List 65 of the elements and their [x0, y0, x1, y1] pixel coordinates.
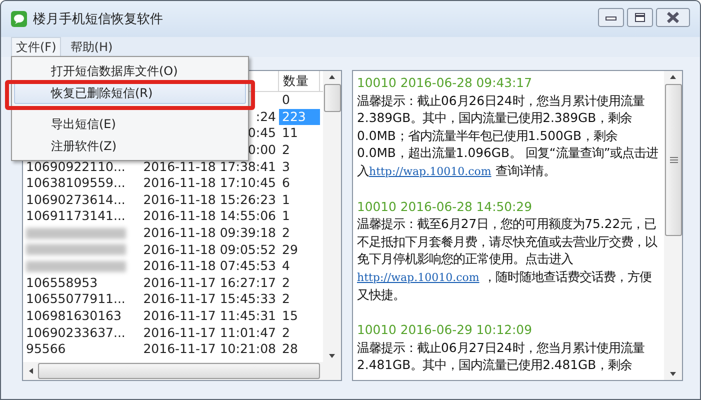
- close-button[interactable]: [656, 8, 690, 27]
- column-header[interactable]: 数量: [279, 71, 320, 91]
- link[interactable]: http://wap.10010.com: [369, 164, 492, 178]
- minimize-button[interactable]: [598, 8, 624, 27]
- table-cell-text: 2016-11-18 17:38:41: [142, 158, 277, 175]
- table-cell[interactable]: 29: [279, 242, 320, 258]
- vertical-scrollbar[interactable]: [323, 71, 341, 362]
- table-cell[interactable]: 3: [279, 158, 320, 175]
- table-cell-text: :24: [254, 108, 277, 125]
- table-cell[interactable]: 2: [279, 142, 320, 158]
- app-icon: [11, 11, 27, 27]
- table-cell[interactable]: 2: [279, 225, 320, 242]
- table-cell[interactable]: 2: [279, 274, 320, 291]
- table-cell[interactable]: 4: [279, 258, 320, 274]
- table-cell[interactable]: 2: [279, 291, 320, 308]
- table-cell[interactable]: 28: [279, 341, 320, 358]
- table-cell[interactable]: 6: [279, 175, 320, 192]
- table-cell-text: 2016-11-17 11:45:31: [142, 308, 277, 324]
- table-cell[interactable]: 1: [279, 192, 320, 208]
- table-cell-text: 2016-11-18 07:45:53: [142, 258, 277, 274]
- table-cell-text: 0:45: [246, 125, 277, 142]
- message-text: 温馨提示：截至6月27日，您的可用额度为75.22元，已不足抵扣下月套餐月费，请尽快充值或去营业厅交费，以免下月停机影响您的正常使用。点击进入 http://wap.10010.com ，随时随地查话费交话费，方便又快捷。: [357, 215, 658, 304]
- vertical-scrollbar[interactable]: [664, 71, 682, 380]
- table-cell-text: 2016-11-18 09:39:18: [142, 225, 277, 242]
- table-cell-text: 10690922110...: [25, 158, 126, 175]
- table-cell[interactable]: 15: [279, 308, 320, 324]
- table-cell-text: 2016-11-18 15:26:23: [142, 192, 277, 208]
- message-header: 10010 2016-06-28 14:50:29: [357, 198, 533, 215]
- maximize-button[interactable]: [627, 8, 653, 27]
- table-cell-text: 106558953: [25, 274, 99, 291]
- table-cell[interactable]: 2: [279, 324, 320, 341]
- table-cell[interactable]: 11: [279, 125, 320, 142]
- menu-item[interactable]: 文件(F): [11, 36, 62, 58]
- menu-option[interactable]: 导出短信(E): [14, 113, 246, 135]
- menu-item[interactable]: 帮助(H): [65, 36, 118, 58]
- menu-option[interactable]: 恢复已删除短信(R): [14, 82, 246, 104]
- scroll-thumb[interactable]: [665, 84, 682, 236]
- table-cell-text: 2016-11-18 17:10:45: [142, 175, 277, 192]
- message-header: 10010 2016-06-28 09:43:17: [357, 74, 533, 92]
- message-text: 温馨提示：截止06月26日24时，您当月累计使用流量2.389GB。其中，国内流量已使用2.389GB，剩余0.0MB；省内流量半年包已使用1.500GB，剩余0.0MB，超出流量1.096GB。 回复“流量查询”或点击进入http://wap.10010.com 查询详情。: [357, 92, 660, 180]
- table-cell-text: 10691173141...: [25, 208, 126, 224]
- table-cell-text: 2016-11-18 09:05:52: [142, 242, 277, 258]
- table-cell-text: 2016-11-17 11:01:47: [142, 324, 277, 341]
- menu-option[interactable]: 打开短信数据库文件(O): [14, 60, 246, 82]
- grip-icon: [670, 157, 678, 163]
- table-cell-text: 10638109559...: [25, 175, 126, 192]
- message-header: 10010 2016-06-29 10:12:09: [357, 321, 533, 338]
- table-cell-text: 106981630163: [25, 308, 122, 324]
- table-cell-text: 10690233637...: [25, 324, 126, 341]
- scroll-thumb[interactable]: [324, 84, 341, 112]
- horizontal-scrollbar[interactable]: [23, 362, 341, 380]
- table-cell-text: 10690273614...: [25, 192, 126, 208]
- table-cell[interactable]: 1: [279, 208, 320, 224]
- message-text: 温馨提示：截止06月27日24时，您当月累计使用流量2.481GB。其中，国内流量已使用2.481GB，剩余: [357, 338, 646, 374]
- table-cell-text: 2016-11-17 16:27:17: [142, 274, 277, 291]
- table-cell-text: 2016-11-17 10:21:08: [142, 341, 277, 358]
- table-cell-text: 0:00: [246, 142, 277, 158]
- table-cell-text: 2016-11-18 14:55:06: [142, 208, 277, 224]
- table-cell-text: 10655077911...: [25, 291, 126, 308]
- table-cell-text: 95566: [25, 341, 67, 358]
- window-title: 楼月手机短信恢复软件: [33, 11, 163, 28]
- link[interactable]: http://wap.10010.com: [357, 270, 480, 284]
- table-cell[interactable]: 0: [279, 92, 320, 108]
- menu-option[interactable]: 注册软件(Z): [14, 135, 246, 157]
- table-cell-text: 2016-11-17 15:45:33: [142, 291, 277, 308]
